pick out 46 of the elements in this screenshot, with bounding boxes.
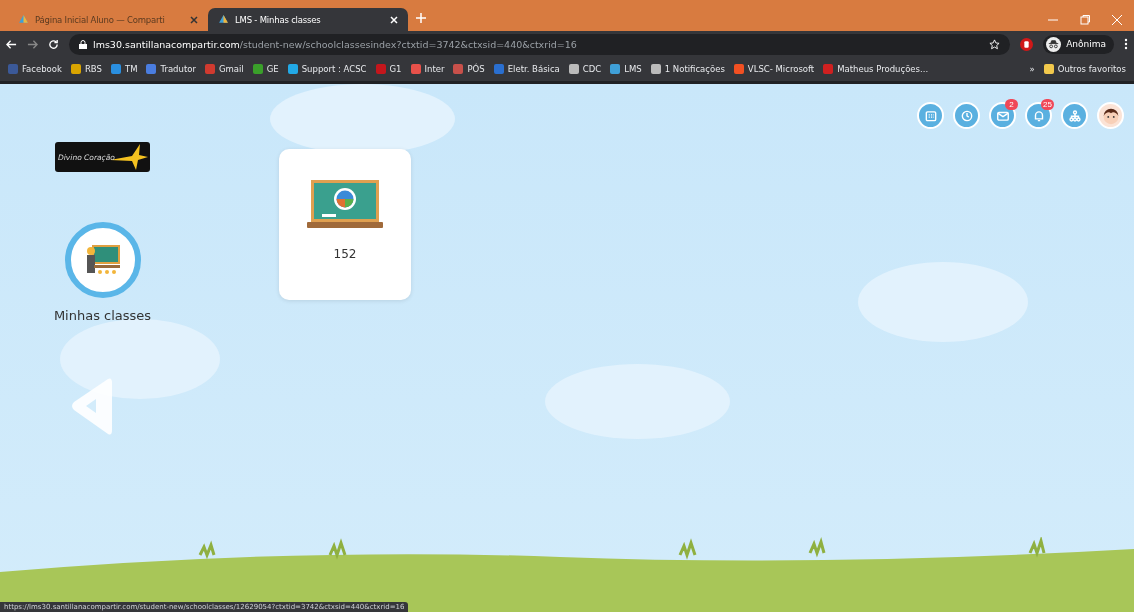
bookmark-link[interactable]: Inter — [410, 64, 445, 74]
address-field[interactable]: lms30.santillanacompartir.com/student-new/schoolclassesindex?ctxtid=3742&ctxsid=440&ctxrid=16 — [69, 33, 1011, 55]
browser-tab[interactable]: LMS - Minhas classes — [208, 8, 408, 31]
more-bookmarks-button[interactable]: » — [1029, 64, 1035, 74]
bookmark-link[interactable]: Tradutor — [146, 64, 196, 74]
blackboard-icon — [307, 179, 383, 229]
bookmark-link[interactable]: GE — [252, 64, 279, 74]
menu-icon[interactable] — [1124, 38, 1128, 50]
back-icon[interactable] — [6, 38, 17, 50]
site-icon — [18, 14, 29, 25]
extension-icon[interactable] — [1020, 37, 1034, 51]
bookmark-folder[interactable]: Outros favoritos — [1043, 64, 1126, 74]
hierarchy-icon — [1067, 108, 1082, 123]
bookmark-link[interactable]: LMS — [610, 64, 642, 74]
bookmark-link[interactable]: G1 — [375, 64, 402, 74]
header-button[interactable]: 2 — [989, 102, 1016, 129]
star-icon[interactable] — [989, 38, 1001, 50]
header-button[interactable] — [1097, 102, 1124, 129]
bookmark-link[interactable]: VLSC- Microsoft — [733, 64, 815, 74]
site-icon — [218, 14, 229, 25]
lock-icon — [79, 39, 87, 49]
count-badge: 25 — [1041, 99, 1054, 110]
reload-icon[interactable] — [48, 38, 59, 50]
folder-icon — [1043, 64, 1054, 74]
new-tab-icon[interactable] — [416, 13, 426, 23]
bookmark-link[interactable]: Matheus Produções... — [823, 64, 929, 74]
count-badge: 2 — [1005, 99, 1018, 110]
clock-icon — [959, 108, 974, 123]
bookmark-link[interactable]: Gmail — [204, 64, 244, 74]
forward-icon[interactable] — [27, 38, 38, 50]
restore-icon[interactable] — [1080, 14, 1090, 25]
profile-button[interactable]: Anônima — [1043, 34, 1114, 54]
nav-label: Minhas classes — [53, 308, 152, 323]
calendar-icon — [923, 108, 938, 123]
class-card[interactable]: 152 — [279, 149, 411, 300]
header-button[interactable]: 25 — [1025, 102, 1052, 129]
bookmark-link[interactable]: RBS — [70, 64, 102, 74]
bookmark-link[interactable]: CDC — [568, 64, 602, 74]
incognito-icon — [1046, 36, 1062, 52]
bookmark-link[interactable]: Facebook — [8, 64, 62, 74]
bookmark-link[interactable]: Eletr. Básica — [493, 64, 560, 74]
teacher-blackboard-icon — [84, 243, 121, 277]
bookmark-link[interactable]: Support : ACSC — [287, 64, 367, 74]
bookmark-link[interactable]: PÓS — [453, 64, 485, 74]
bookmark-link[interactable]: TM — [110, 64, 138, 74]
bookmark-link[interactable]: 1 Notificações — [650, 64, 725, 74]
